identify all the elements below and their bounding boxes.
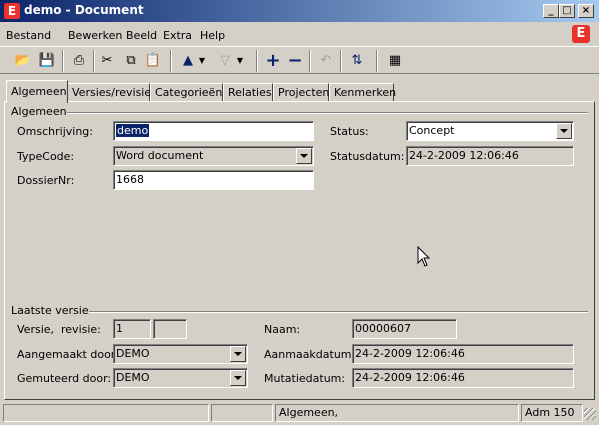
- statusdatum-label: Statusdatum:: [330, 150, 405, 163]
- tab-projecten[interactable]: Projecten: [273, 83, 329, 101]
- toolbar-separator: [376, 50, 378, 72]
- status-select[interactable]: Concept: [406, 121, 574, 141]
- statusdatum-field: 24-2-2009 12:06:46: [406, 146, 574, 166]
- save-icon[interactable]: 💾: [36, 50, 58, 72]
- minimize-button[interactable]: _: [543, 4, 559, 18]
- omschrijving-input[interactable]: demo: [113, 121, 314, 141]
- tab-categorieen[interactable]: Categorieën: [150, 83, 223, 101]
- gemuteerd-select[interactable]: DEMO: [113, 368, 248, 388]
- add-icon[interactable]: +: [262, 50, 284, 72]
- window-layout-icon[interactable]: ▦: [384, 50, 406, 72]
- chevron-down-icon[interactable]: [230, 370, 246, 386]
- mouse-pointer-icon: [417, 246, 431, 267]
- tab-algemeen[interactable]: Algemeen: [6, 80, 68, 103]
- app-icon[interactable]: E: [4, 3, 20, 19]
- toolbar-separator: [256, 50, 258, 72]
- chevron-down-icon[interactable]: [556, 123, 572, 139]
- print-icon[interactable]: ⎙: [68, 50, 90, 72]
- undo-icon: ↶: [320, 53, 332, 68]
- menu-beeld[interactable]: Beeld: [126, 29, 157, 42]
- mutatiedatum-field: 24-2-2009 12:06:46: [352, 368, 574, 388]
- versie-revisie-label: Versie, revisie:: [17, 323, 101, 336]
- toolbar-separator: [340, 50, 342, 72]
- status-panel-1: [3, 404, 209, 422]
- aangemaakt-select[interactable]: DEMO: [113, 344, 248, 364]
- dropdown-arrow-icon[interactable]: ▼: [234, 50, 246, 72]
- naam-label: Naam:: [264, 323, 301, 336]
- typecode-label: TypeCode:: [17, 150, 75, 163]
- copy-icon[interactable]: ⧉: [120, 50, 142, 72]
- menu-extra[interactable]: Extra: [163, 29, 192, 42]
- remove-icon[interactable]: −: [284, 50, 306, 72]
- group-title-algemeen: Algemeen: [11, 105, 67, 118]
- tab-relaties[interactable]: Relaties: [223, 83, 273, 101]
- window-title: demo - Document: [24, 3, 144, 17]
- open-folder-icon[interactable]: 📂: [12, 50, 34, 72]
- tab-versies-revisies[interactable]: Versies/revisies: [67, 83, 157, 101]
- group-divider: [86, 311, 588, 313]
- status-panel-3: Algemeen,: [275, 404, 519, 422]
- toolbar-separator: [93, 50, 95, 72]
- status-panel-4: Adm 150: [521, 404, 583, 422]
- aangemaakt-label: Aangemaakt door:: [17, 348, 119, 361]
- resize-grip-icon[interactable]: [584, 408, 596, 420]
- toolbar-separator: [170, 50, 172, 72]
- toolbar-separator: [62, 50, 64, 72]
- maximize-button[interactable]: □: [559, 4, 575, 18]
- omschrijving-label: Omschrijving:: [17, 125, 93, 138]
- dropdown-arrow-icon[interactable]: ▼: [196, 50, 208, 72]
- versie-field: 1: [113, 319, 151, 339]
- aanmaakdatum-label: Aanmaakdatum:: [264, 348, 356, 361]
- status-panel-2: [211, 404, 273, 422]
- aanmaakdatum-field: 24-2-2009 12:06:46: [352, 344, 574, 364]
- cut-icon[interactable]: ✂: [96, 50, 118, 72]
- gemuteerd-label: Gemuteerd door:: [17, 372, 112, 385]
- chevron-down-icon[interactable]: [296, 148, 312, 164]
- toolbar-separator: [309, 50, 311, 72]
- menu-bewerken[interactable]: Bewerken: [68, 29, 122, 42]
- paste-icon[interactable]: 📋: [142, 50, 164, 72]
- status-label: Status:: [330, 125, 369, 138]
- typecode-select[interactable]: Word document: [113, 146, 314, 166]
- refresh-icon[interactable]: ⇅: [346, 50, 368, 72]
- dossiernr-input[interactable]: 1668: [113, 170, 314, 190]
- menu-bestand[interactable]: Bestand: [6, 29, 51, 42]
- chevron-down-icon[interactable]: [230, 346, 246, 362]
- tab-kenmerken[interactable]: Kenmerken: [329, 83, 396, 101]
- close-button[interactable]: ×: [578, 4, 594, 18]
- arrow-down-icon: ▽: [220, 53, 230, 68]
- mutatiedatum-label: Mutatiedatum:: [264, 372, 346, 385]
- group-divider: [60, 112, 588, 114]
- group-title-laatste-versie: Laatste versie: [11, 304, 89, 317]
- dossiernr-label: DossierNr:: [17, 174, 75, 187]
- naam-field: 00000607: [352, 319, 457, 339]
- brand-icon: E: [572, 25, 590, 43]
- revisie-field: [153, 319, 187, 339]
- menu-help[interactable]: Help: [200, 29, 225, 42]
